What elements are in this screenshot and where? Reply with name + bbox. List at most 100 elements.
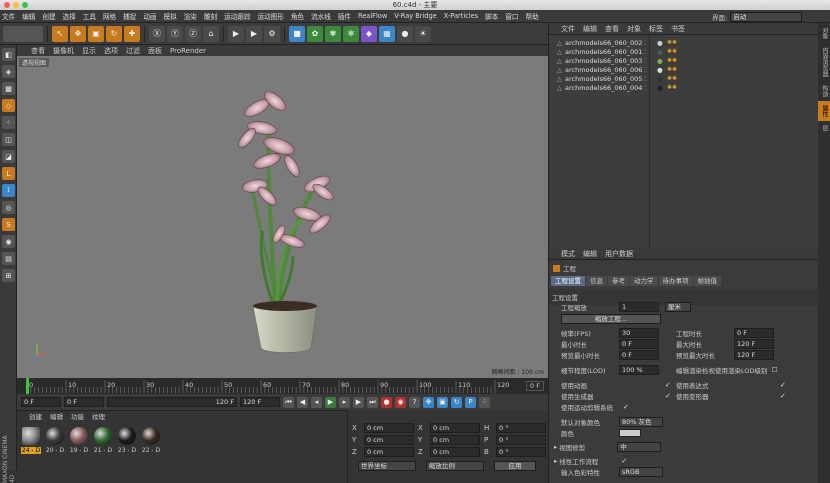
motion-system-checkbox[interactable]: ✓ [623, 403, 629, 411]
menu-item-4[interactable]: 工具 [83, 11, 96, 21]
material-slot[interactable]: 20 - D [43, 427, 67, 454]
start-frame-field[interactable]: 0 F [21, 397, 61, 407]
preview-max-field[interactable]: 120 F [734, 350, 774, 360]
max-frame-slider[interactable]: 120 F [107, 397, 237, 407]
attribute-menu-0[interactable]: 模式 [561, 249, 575, 259]
viewport-menu-0[interactable]: 查看 [31, 46, 45, 56]
goto-end-icon[interactable]: ⏭ [367, 396, 378, 408]
next-frame-icon[interactable]: ▸ [339, 396, 350, 408]
material-menu-0[interactable]: 创建 [29, 411, 42, 421]
array-icon[interactable]: ✾ [325, 25, 341, 42]
viewport-menu-1[interactable]: 摄像机 [53, 46, 74, 56]
soft-select-icon[interactable]: S [2, 218, 15, 231]
texture-tag-icon[interactable]: ✱✱ [667, 84, 677, 91]
material-tag-icon[interactable]: ● [657, 48, 663, 56]
material-tag-icon[interactable]: ● [657, 75, 663, 83]
coord-field[interactable]: 0 cm [430, 423, 480, 433]
lock-workplane-icon[interactable]: ▤ [2, 252, 15, 265]
input-color-select[interactable]: sRGB [619, 467, 663, 477]
make-editable-icon[interactable]: ◧ [2, 48, 15, 61]
fps-field[interactable]: 30 [619, 328, 659, 338]
menu-item-2[interactable]: 创建 [42, 11, 55, 21]
project-time-field[interactable]: 0 F [734, 328, 774, 338]
use-deformer-checkbox[interactable]: ✓ [780, 392, 786, 400]
menu-item-18[interactable]: X-Particles [444, 12, 478, 20]
menu-item-3[interactable]: 选择 [63, 11, 76, 21]
attr-tab-2[interactable]: 参考 [608, 276, 629, 286]
viewport-menu-4[interactable]: 过滤 [126, 46, 140, 56]
viewport-menu-6[interactable]: ProRender [170, 47, 206, 55]
attr-tab-0[interactable]: 工程设置 [551, 276, 585, 286]
attribute-menu-2[interactable]: 用户数据 [605, 249, 633, 259]
render-view-icon[interactable]: ▶ [228, 25, 244, 42]
playhead[interactable] [26, 378, 29, 394]
pla-key-icon[interactable]: ⁘ [479, 396, 490, 408]
position-key-icon[interactable]: ✥ [423, 396, 434, 408]
record-icon[interactable]: ● [381, 396, 392, 408]
rotation-key-icon[interactable]: ↻ [451, 396, 462, 408]
visibility-icon[interactable]: ⁚ [644, 48, 646, 56]
edges-mode-icon[interactable]: ◫ [2, 133, 15, 146]
object-menu-4[interactable]: 标签 [649, 24, 663, 34]
coordinate-system-icon[interactable]: ⌂ [203, 25, 219, 42]
material-slot[interactable]: 21 - D [91, 427, 115, 454]
points-mode-icon[interactable]: ⁘ [2, 116, 15, 129]
attr-tab-5[interactable]: 帧插值 [693, 276, 721, 286]
mograph-icon[interactable]: ✻ [343, 25, 359, 42]
menu-item-14[interactable]: 流水线 [311, 11, 331, 21]
texture-tag-icon[interactable]: ✱✱ [667, 57, 677, 64]
menu-item-6[interactable]: 捕捉 [123, 11, 136, 21]
coord-field[interactable]: 0 cm [364, 447, 414, 457]
prev-key-icon[interactable]: ◀ [297, 396, 308, 408]
coord-field[interactable]: 0 cm [430, 447, 480, 457]
material-slot[interactable]: 24 - D [19, 427, 43, 454]
menu-item-8[interactable]: 模拟 [164, 11, 177, 21]
object-row[interactable]: △ archmodels66_060_005 ⁚ ● ✱✱ [549, 74, 818, 83]
texture-mode-icon[interactable]: ▩ [2, 82, 15, 95]
linear-workflow-checkbox[interactable]: ✓ [621, 457, 627, 465]
use-generator-checkbox[interactable]: ✓ [665, 392, 671, 400]
model-mode-icon[interactable]: ◈ [2, 65, 15, 78]
grid-icon[interactable]: ⊞ [2, 269, 15, 282]
layout-select[interactable]: 启动 [730, 12, 803, 22]
menu-item-7[interactable]: 动画 [143, 11, 156, 21]
use-animation-checkbox[interactable]: ✓ [665, 381, 671, 389]
prev-frame-icon[interactable]: ◂ [311, 396, 322, 408]
render-settings-icon[interactable]: ⚙ [264, 25, 280, 42]
texture-tag-icon[interactable]: ✱✱ [667, 75, 677, 82]
undo-redo-group[interactable] [3, 25, 43, 42]
subdivision-icon[interactable]: ✿ [307, 25, 323, 42]
menu-item-17[interactable]: V-Ray Bridge [394, 12, 436, 20]
attr-tab-3[interactable]: 动力学 [630, 276, 658, 286]
object-row[interactable]: △ archmodels66_060_006 ⁚ ● ✱✱ [549, 65, 818, 74]
next-key-icon[interactable]: ▶ [353, 396, 364, 408]
texture-tag-icon[interactable]: ✱✱ [667, 39, 677, 46]
material-menu-3[interactable]: 纹理 [92, 411, 105, 421]
view-clip-select[interactable]: 中 [617, 442, 662, 452]
render-picture-viewer-icon[interactable]: ▶ [246, 25, 262, 42]
menu-item-16[interactable]: RealFlow [358, 12, 387, 20]
move-tool-icon[interactable]: ✥ [70, 25, 86, 42]
material-slot[interactable]: 19 - D [67, 427, 91, 454]
z-axis-icon[interactable]: Ⓩ [185, 25, 201, 42]
autokey-icon[interactable]: ◉ [395, 396, 406, 408]
material-menu-2[interactable]: 功能 [71, 411, 84, 421]
default-color-select[interactable]: 80% 灰色 [619, 417, 663, 427]
preview-min-field[interactable]: 0 F [619, 350, 659, 360]
attribute-menu-1[interactable]: 编辑 [583, 249, 597, 259]
object-row[interactable]: △ archmodels66_060_004 ⁚ ● ✱✱ [549, 83, 818, 92]
polygons-mode-icon[interactable]: ◪ [2, 150, 15, 163]
apply-button[interactable]: 应用 [494, 461, 536, 471]
sculpt-icon[interactable]: ◉ [2, 235, 15, 248]
keyframe-selection-icon[interactable]: ? [409, 396, 420, 408]
menu-item-5[interactable]: 网格 [103, 11, 116, 21]
y-axis-icon[interactable]: Ⓨ [167, 25, 183, 42]
scale-project-button[interactable]: 缩放工程... [561, 314, 661, 324]
scale-field[interactable]: 1 [619, 302, 659, 312]
unit-select[interactable]: 厘米 [665, 302, 691, 312]
cube-icon[interactable]: ■ [289, 25, 305, 42]
object-menu-3[interactable]: 对象 [627, 24, 641, 34]
side-tab-4[interactable]: 层 [818, 121, 830, 135]
object-row[interactable]: △ archmodels66_060_001 ⁚ ● ✱✱ [549, 47, 818, 56]
coord-field[interactable]: 0 ° [496, 447, 546, 457]
